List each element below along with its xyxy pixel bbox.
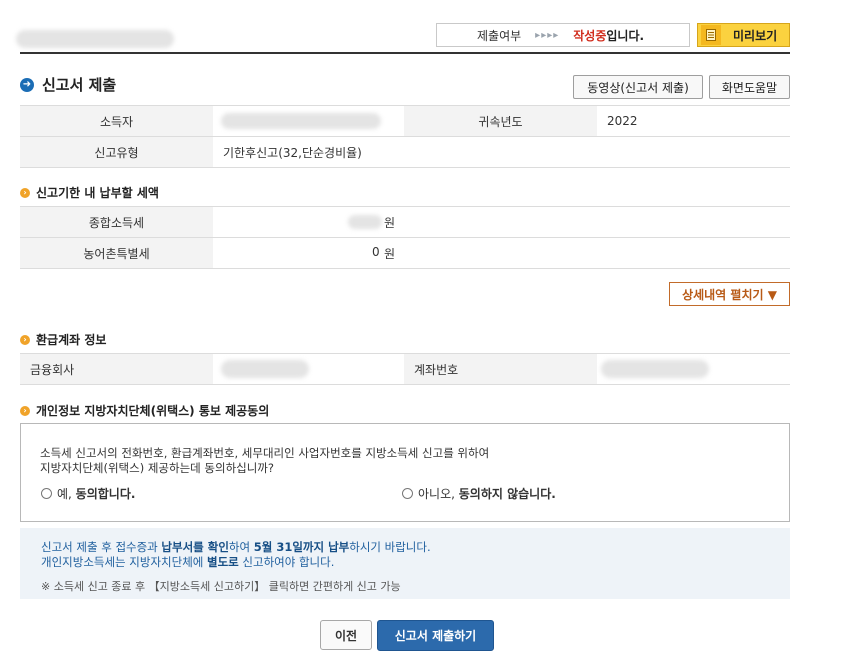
- notice-line-1: 신고서 제출 후 접수증과 납부서를 확인하여 5월 31일까지 납부하시기 바…: [41, 539, 431, 555]
- redacted-amount: [348, 215, 382, 229]
- notice-l1-c: 하여: [228, 540, 254, 554]
- notice-line-2: 개인지방소득세는 지방자치단체에 별도로 신고하여야 합니다.: [41, 554, 334, 570]
- table-row: 금융회사 계좌번호: [20, 353, 790, 385]
- notice-l2-c: 신고하여야 합니다.: [238, 555, 335, 569]
- taxpayer-label: 소득자: [20, 105, 213, 137]
- notice-l1-a: 신고서 제출 후 접수증과: [41, 540, 162, 554]
- table-row: 신고유형 기한후신고(32,단순경비율): [20, 136, 790, 168]
- redacted-user-name: [16, 30, 174, 48]
- bullet-arrow-icon: ›: [20, 334, 30, 345]
- status-arrows-icon: ▸▸▸▸: [535, 29, 560, 41]
- year-value: 2022: [597, 105, 790, 137]
- table-row: 종합소득세 원: [20, 206, 790, 238]
- report-type-value: 기한후신고(32,단순경비율): [213, 136, 790, 168]
- header-divider: [20, 52, 790, 54]
- bullet-arrow-icon: ›: [20, 405, 30, 416]
- radio-yes[interactable]: [41, 488, 52, 499]
- payment-notice: 신고서 제출 후 접수증과 납부서를 확인하여 5월 31일까지 납부하시기 바…: [20, 528, 790, 599]
- page-title: ➜ 신고서 제출: [20, 74, 116, 95]
- year-label: 귀속년도: [404, 105, 597, 137]
- document-icon: [701, 25, 721, 45]
- rural-tax-unit: 원: [384, 247, 396, 261]
- rural-tax-label: 농어촌특별세: [20, 237, 213, 269]
- arrow-circle-icon: ➜: [20, 77, 34, 92]
- screen-help-button[interactable]: 화면도움말: [709, 75, 790, 99]
- radio-no[interactable]: [402, 488, 413, 499]
- account-label: 계좌번호: [404, 353, 597, 385]
- bank-value: [213, 353, 404, 385]
- notice-l1-b: 납부서를 확인: [161, 540, 229, 554]
- video-help-label: 동영상(신고서 제출): [587, 80, 689, 95]
- consent-line-1: 소득세 신고서의 전화번호, 환급계좌번호, 세무대리인 사업자번호를 지방소득…: [40, 446, 490, 460]
- consent-line-2: 지방자치단체(위택스) 제공하는데 동의하십니까?: [40, 461, 274, 475]
- rural-tax-value: 0: [372, 245, 380, 259]
- notice-l1-e: 하시기 바랍니다.: [349, 540, 431, 554]
- no-label: 동의하지 않습니다.: [458, 487, 556, 501]
- screen-help-label: 화면도움말: [721, 80, 778, 95]
- yes-label: 동의합니다.: [75, 487, 136, 501]
- consent-title-text: 개인정보 지방자치단체(위택스) 통보 제공동의: [36, 404, 270, 418]
- income-tax-amount: 원: [213, 206, 790, 238]
- previous-button[interactable]: 이전: [320, 620, 372, 650]
- consent-question: 소득세 신고서의 전화번호, 환급계좌번호, 세무대리인 사업자번호를 지방소득…: [40, 446, 640, 476]
- expand-details-button[interactable]: 상세내역 펼치기 ▼: [669, 282, 790, 306]
- submit-report-label: 신고서 제출하기: [394, 629, 477, 643]
- notice-l2-a: 개인지방소득세는 지방자치단체에: [41, 555, 208, 569]
- status-suffix: 입니다.: [606, 28, 645, 43]
- page-title-text: 신고서 제출: [42, 76, 117, 94]
- bank-label: 금융회사: [20, 353, 213, 385]
- table-row: 소득자 귀속년도 2022: [20, 105, 790, 137]
- tax-due-title-text: 신고기한 내 납부할 세액: [36, 186, 159, 200]
- status-value: 작성중: [573, 28, 607, 43]
- account-value: [597, 353, 790, 385]
- no-prefix: 아니오,: [418, 487, 459, 501]
- notice-line-3: ※ 소득세 신고 종료 후 【지방소득세 신고하기】 클릭하면 간편하게 신고 …: [41, 580, 401, 593]
- taxpayer-value: [213, 105, 404, 137]
- submit-report-button[interactable]: 신고서 제출하기: [377, 620, 494, 651]
- income-tax-label: 종합소득세: [20, 206, 213, 238]
- redacted-bank: [221, 360, 309, 378]
- consent-title: › 개인정보 지방자치단체(위택스) 통보 제공동의: [20, 402, 269, 419]
- bullet-arrow-icon: ›: [20, 187, 30, 198]
- rural-tax-amount: 0 원: [213, 237, 790, 269]
- refund-title-text: 환급계좌 정보: [36, 333, 107, 347]
- income-tax-unit: 원: [384, 216, 396, 230]
- tax-due-table: 종합소득세 원 농어촌특별세 0 원: [20, 206, 790, 269]
- preview-button[interactable]: 미리보기: [697, 23, 790, 47]
- status-label: 제출여부: [477, 28, 522, 43]
- report-type-label: 신고유형: [20, 136, 213, 168]
- notice-l1-d: 5월 31일까지 납부: [253, 540, 350, 554]
- submission-status: 제출여부 ▸▸▸▸ 작성중 입니다.: [436, 23, 690, 47]
- preview-button-label: 미리보기: [733, 28, 778, 43]
- tax-due-title: › 신고기한 내 납부할 세액: [20, 184, 159, 201]
- refund-table: 금융회사 계좌번호: [20, 353, 790, 385]
- previous-button-label: 이전: [334, 628, 358, 643]
- consent-yes-option[interactable]: 예, 동의합니다.: [41, 485, 135, 502]
- expand-details-label: 상세내역 펼치기 ▼: [682, 287, 777, 302]
- yes-prefix: 예,: [57, 487, 76, 501]
- redacted-account: [601, 360, 709, 378]
- basic-info-table: 소득자 귀속년도 2022 신고유형 기한후신고(32,단순경비율): [20, 105, 790, 168]
- notice-l2-b: 별도로: [207, 555, 239, 569]
- consent-no-option[interactable]: 아니오, 동의하지 않습니다.: [402, 485, 556, 502]
- redacted-taxpayer: [221, 113, 381, 129]
- video-help-button[interactable]: 동영상(신고서 제출): [573, 75, 703, 99]
- refund-title: › 환급계좌 정보: [20, 331, 106, 348]
- table-row: 농어촌특별세 0 원: [20, 237, 790, 269]
